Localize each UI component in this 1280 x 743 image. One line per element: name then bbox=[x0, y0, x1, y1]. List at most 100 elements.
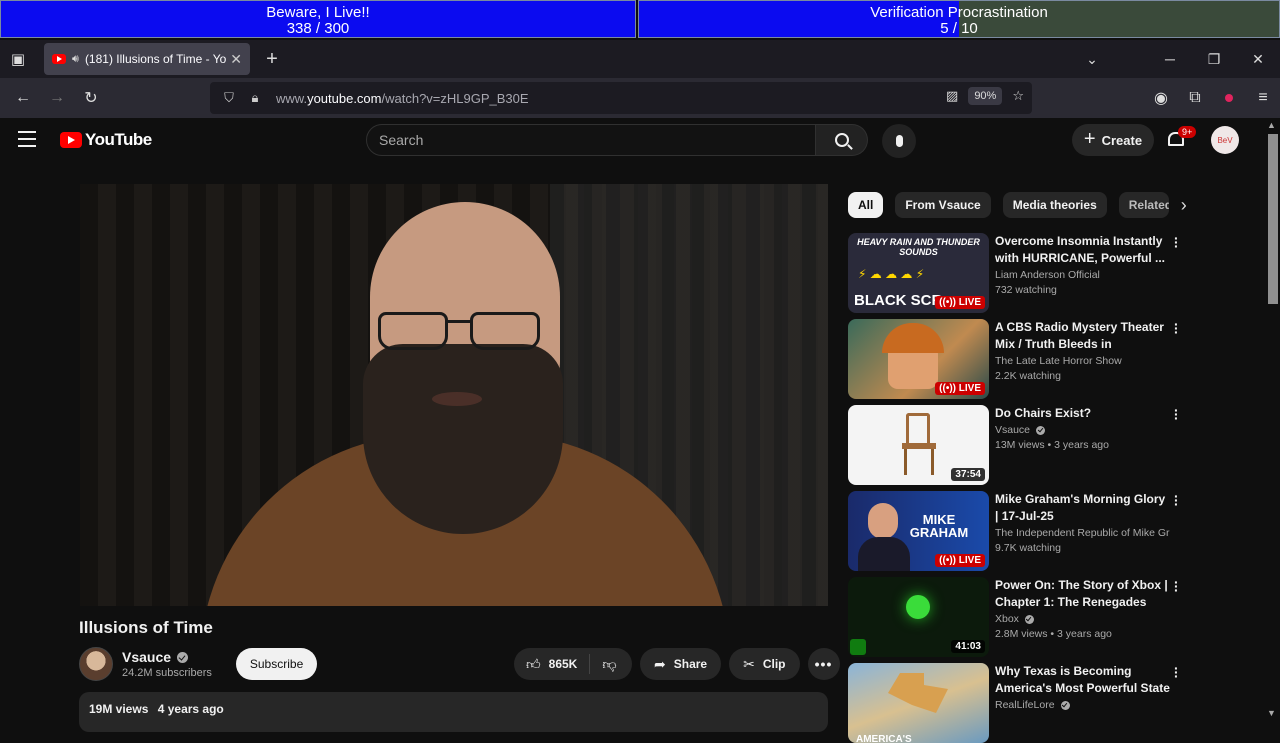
url-bar[interactable]: ⛉ 🔒︎ www.youtube.com/watch?v=zHL9GP_B30E… bbox=[210, 82, 1032, 114]
rec-channel[interactable]: RealLifeLore bbox=[995, 699, 1055, 711]
url-text[interactable]: www.youtube.com/watch?v=zHL9GP_B30E bbox=[276, 91, 529, 106]
scrollbar-thumb[interactable] bbox=[1268, 134, 1278, 304]
list-item[interactable]: 37:54 Do Chairs Exist? Vsauce 13M views … bbox=[848, 403, 1188, 485]
channel-avatar[interactable] bbox=[79, 647, 113, 681]
share-button[interactable]: ➦ Share bbox=[640, 648, 722, 680]
zoom-level[interactable]: 90% bbox=[968, 87, 1003, 105]
shield-icon[interactable]: ⛉ bbox=[218, 90, 240, 106]
lock-icon[interactable]: 🔒︎ bbox=[244, 90, 266, 106]
minimize-button[interactable]: ─ bbox=[1148, 51, 1192, 67]
notification-badge: 9+ bbox=[1178, 126, 1197, 138]
search-input[interactable]: Search bbox=[366, 124, 816, 156]
masthead: YouTube Search + Create 9+ BeV bbox=[0, 118, 1264, 163]
like-button[interactable]: 👍︎ 865K bbox=[514, 654, 591, 674]
close-tab-icon[interactable]: ✕ bbox=[230, 51, 242, 68]
page-scrollbar[interactable]: ▲ ▼ bbox=[1264, 118, 1280, 720]
rec-title[interactable]: Power On: The Story of Xbox | Chapter 1:… bbox=[995, 577, 1170, 611]
rec-channel[interactable]: Vsauce bbox=[995, 424, 1030, 436]
browser-tab[interactable]: 🔊︎ (181) Illusions of Time - YouTube ✕ bbox=[44, 43, 250, 75]
guide-menu-icon[interactable] bbox=[18, 131, 40, 152]
rec-meta: 2.2K watching bbox=[995, 370, 1061, 382]
more-vert-icon[interactable]: · · · bbox=[1174, 575, 1179, 597]
plus-icon: + bbox=[1083, 127, 1096, 150]
progress-count-verification: 5 / 10 bbox=[940, 20, 978, 37]
bookmark-star-icon[interactable]: ☆ bbox=[1012, 88, 1024, 104]
video-thumbnail[interactable]: 37:54 bbox=[848, 405, 989, 485]
dislike-button[interactable]: 👎︎ bbox=[590, 656, 628, 673]
tab-list-chevron-icon[interactable]: ⌄ bbox=[1070, 51, 1114, 68]
rec-channel[interactable]: The Independent Republic of Mike Graha..… bbox=[995, 527, 1170, 539]
search-box: Search bbox=[366, 124, 868, 156]
chevron-right-icon[interactable]: › bbox=[1181, 195, 1187, 216]
thumbs-up-icon: 👍︎ bbox=[526, 655, 541, 672]
clip-button[interactable]: ✂ Clip bbox=[729, 648, 800, 680]
video-thumbnail[interactable]: 41:03 bbox=[848, 577, 989, 657]
extensions-icon[interactable]: ⧉ bbox=[1178, 89, 1212, 107]
subscriber-count: 24.2M subscribers bbox=[122, 667, 212, 679]
restore-button[interactable]: ❐ bbox=[1192, 51, 1236, 68]
rec-channel[interactable]: Xbox bbox=[995, 613, 1019, 625]
scroll-down-icon[interactable]: ▼ bbox=[1267, 708, 1276, 718]
voice-search-button[interactable] bbox=[882, 124, 916, 158]
tab-title: (181) Illusions of Time - YouTube bbox=[84, 52, 227, 66]
rec-meta: 732 watching bbox=[995, 284, 1057, 296]
scissors-icon: ✂ bbox=[743, 655, 755, 672]
account-icon[interactable]: ◉ bbox=[1144, 88, 1178, 108]
image-icon[interactable]: ▨ bbox=[946, 88, 958, 104]
list-item[interactable]: HEAVY RAIN AND THUNDER SOUNDS ⚡ ☁ ☁ ☁ ⚡ … bbox=[848, 231, 1188, 313]
chip-related[interactable]: Related bbox=[1118, 192, 1169, 218]
account-avatar[interactable]: BeV bbox=[1211, 126, 1239, 154]
more-vert-icon[interactable]: · · · bbox=[1174, 317, 1179, 339]
rec-channel[interactable]: The Late Late Horror Show bbox=[995, 355, 1170, 367]
list-item[interactable]: MIKE GRAHAM ((•)) LIVE Mike Graham's Mor… bbox=[848, 489, 1188, 571]
rec-title[interactable]: Overcome Insomnia Instantly with HURRICA… bbox=[995, 233, 1170, 267]
youtube-favicon-icon bbox=[52, 54, 66, 64]
speaker-icon[interactable]: 🔊︎ bbox=[72, 53, 79, 66]
video-actions: 👍︎ 865K 👎︎ ➦ Share ✂ Clip ••• bbox=[514, 648, 840, 680]
more-vert-icon[interactable]: · · · bbox=[1174, 403, 1179, 425]
rec-channel[interactable]: Liam Anderson Official bbox=[995, 269, 1170, 281]
rec-title[interactable]: A CBS Radio Mystery Theater Mix / Truth … bbox=[995, 319, 1170, 353]
verified-icon bbox=[177, 651, 189, 663]
subscribe-button[interactable]: Subscribe bbox=[235, 648, 318, 680]
list-item[interactable]: AMERICA'S Why Texas is Becoming America'… bbox=[848, 661, 1188, 743]
progress-title-verification: Verification Procrastination bbox=[870, 4, 1048, 21]
like-count: 865K bbox=[548, 657, 578, 671]
thumbs-down-icon: 👎︎ bbox=[602, 655, 617, 672]
create-button[interactable]: + Create bbox=[1072, 124, 1154, 156]
video-thumbnail[interactable]: MIKE GRAHAM ((•)) LIVE bbox=[848, 491, 989, 571]
app-menu-icon[interactable]: ≡ bbox=[1246, 89, 1280, 107]
close-window-button[interactable]: ✕ bbox=[1236, 51, 1280, 68]
more-vert-icon[interactable]: · · · bbox=[1174, 231, 1179, 253]
chip-from-vsauce[interactable]: From Vsauce bbox=[895, 192, 991, 218]
video-player[interactable] bbox=[80, 184, 828, 606]
rec-title[interactable]: Mike Graham's Morning Glory | 17-Jul-25 bbox=[995, 491, 1170, 525]
video-thumbnail[interactable]: AMERICA'S bbox=[848, 663, 989, 743]
live-badge: ((•)) LIVE bbox=[935, 554, 985, 567]
verified-icon bbox=[1036, 425, 1046, 435]
more-vert-icon[interactable]: · · · bbox=[1174, 489, 1179, 511]
scroll-up-icon[interactable]: ▲ bbox=[1267, 120, 1276, 130]
forward-button[interactable]: → bbox=[40, 89, 74, 107]
back-button[interactable]: ← bbox=[6, 89, 40, 107]
rec-title[interactable]: Do Chairs Exist? bbox=[995, 405, 1170, 422]
youtube-logo[interactable]: YouTube bbox=[60, 130, 152, 150]
description-box[interactable]: 19M views 4 years ago bbox=[79, 692, 828, 732]
extension-red-icon[interactable] bbox=[1212, 89, 1246, 107]
list-item[interactable]: ((•)) LIVE A CBS Radio Mystery Theater M… bbox=[848, 317, 1188, 399]
new-tab-button[interactable]: + bbox=[254, 48, 290, 71]
video-thumbnail[interactable]: ((•)) LIVE bbox=[848, 319, 989, 399]
reload-button[interactable]: ↻ bbox=[74, 88, 108, 108]
chip-all[interactable]: All bbox=[848, 192, 884, 218]
rec-meta: 2.8M views • 3 years ago bbox=[995, 628, 1112, 640]
progress-bar-verification: Verification Procrastination 5 / 10 bbox=[638, 0, 1280, 38]
channel-name[interactable]: Vsauce bbox=[122, 649, 171, 665]
search-button[interactable] bbox=[816, 124, 868, 156]
chip-media-theories[interactable]: Media theories bbox=[1002, 192, 1107, 218]
list-item[interactable]: 41:03 Power On: The Story of Xbox | Chap… bbox=[848, 575, 1188, 657]
more-actions-button[interactable]: ••• bbox=[807, 648, 840, 680]
more-vert-icon[interactable]: · · · bbox=[1174, 661, 1179, 683]
tab-overview-icon[interactable]: ▣ bbox=[0, 40, 36, 78]
rec-title[interactable]: Why Texas is Becoming America's Most Pow… bbox=[995, 663, 1170, 697]
video-thumbnail[interactable]: HEAVY RAIN AND THUNDER SOUNDS ⚡ ☁ ☁ ☁ ⚡ … bbox=[848, 233, 989, 313]
